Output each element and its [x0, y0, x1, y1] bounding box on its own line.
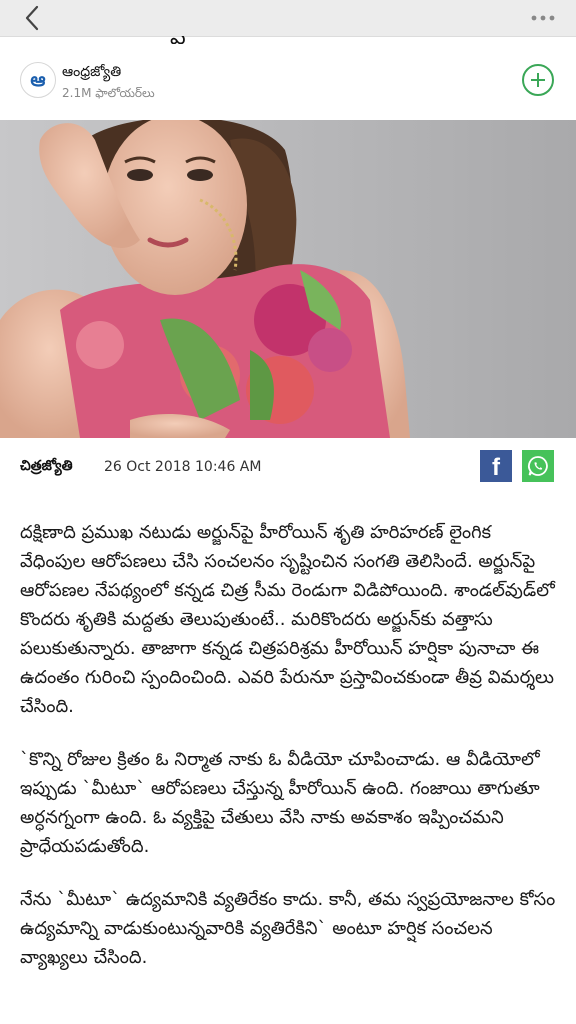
publisher-logo[interactable]: ఆ — [20, 62, 56, 98]
article-body: దక్షిణాది ప్రముఖ నటుడు అర్జున్‌పై హీరోయి… — [20, 518, 560, 996]
back-button[interactable] — [18, 3, 46, 33]
plus-icon — [531, 73, 545, 87]
top-bar — [0, 0, 576, 37]
more-horizontal-icon — [531, 15, 555, 21]
publisher-followers: 2.1M ఫాలోయర్‌లు — [62, 86, 155, 100]
article-meta: చిత్రజ్యోతి 26 Oct 2018 10:46 AM f — [0, 448, 576, 488]
publisher-logo-text: ఆ — [30, 68, 46, 91]
more-options-button[interactable] — [528, 6, 558, 30]
follow-button[interactable] — [522, 64, 554, 96]
article-source: చిత్రజ్యోతి — [20, 458, 73, 474]
publisher-name[interactable]: ఆంధ్రజ్యోతి — [62, 64, 121, 83]
publisher-row: ఆ ఆంధ్రజ్యోతి 2.1M ఫాలోయర్‌లు — [0, 52, 576, 114]
article-photo[interactable] — [0, 120, 576, 438]
article-date: 26 Oct 2018 10:46 AM — [104, 459, 262, 475]
photo-illustration — [0, 120, 576, 438]
share-whatsapp-button[interactable] — [522, 450, 554, 482]
whatsapp-icon — [528, 456, 548, 476]
article-paragraph: దక్షిణాది ప్రముఖ నటుడు అర్జున్‌పై హీరోయి… — [20, 522, 555, 717]
facebook-icon: f — [492, 454, 500, 481]
article-paragraph: నేను `మీటూ` ఉద్యమానికి వ్యతిరేకం కాదు. క… — [20, 889, 556, 968]
share-facebook-button[interactable]: f — [480, 450, 512, 482]
article-title-fragment: పై — [170, 36, 192, 44]
chevron-left-icon — [25, 5, 39, 31]
article-paragraph: `కొన్ని రోజుల క్రితం ఓ నిర్మాత నాకు ఓ వీ… — [20, 749, 540, 857]
